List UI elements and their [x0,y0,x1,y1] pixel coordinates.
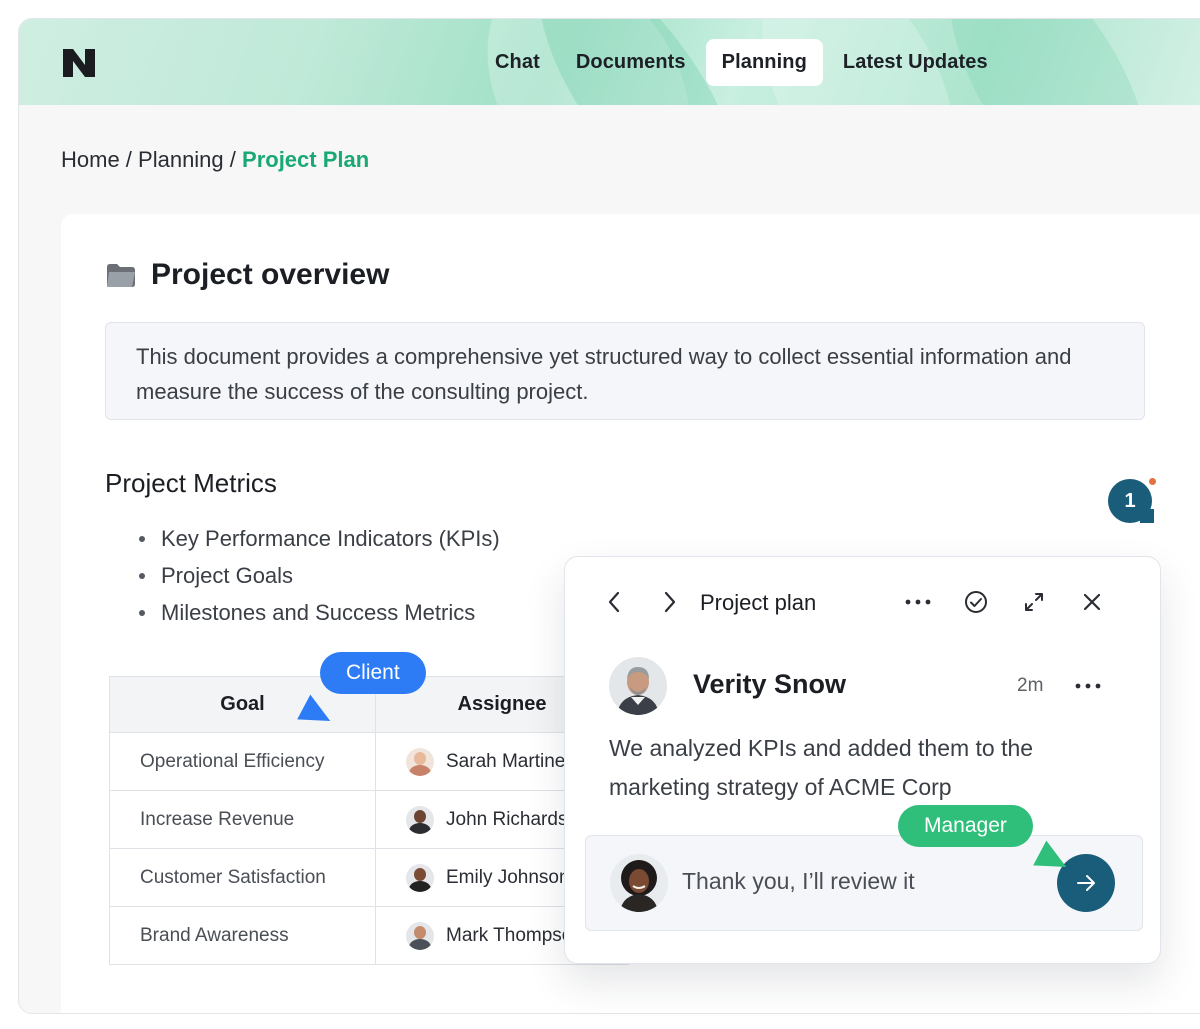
breadcrumb-separator: / [223,147,243,172]
breadcrumb-home[interactable]: Home [61,147,120,172]
table-row[interactable]: Increase Revenue John Richards [109,790,629,849]
goal-cell: Operational Efficiency [109,732,376,791]
goal-cell: Brand Awareness [109,906,376,965]
breadcrumb-planning[interactable]: Planning [138,147,224,172]
list-item: Key Performance Indicators (KPIs) [139,520,500,557]
list-item: Milestones and Success Metrics [139,594,500,631]
logo-icon[interactable] [61,47,97,79]
comment-count-badge[interactable]: 1 [1108,479,1154,523]
comment-timestamp: 2m [1017,675,1044,696]
avatar [406,921,434,950]
close-icon[interactable] [1079,589,1105,615]
top-navigation-bar: Chat Documents Planning Latest Updates [19,19,1200,105]
reply-placeholder: Thank you, I’ll review it [682,868,915,894]
breadcrumb-current: Project Plan [242,147,370,172]
metrics-list: Key Performance Indicators (KPIs) Projec… [139,520,500,631]
panel-header: Project plan [565,557,1160,647]
comment-more-icon[interactable] [1075,673,1101,699]
document-description: This document provides a comprehensive y… [105,322,1145,420]
nav-item-documents[interactable]: Documents [560,39,702,86]
table-row[interactable]: Customer Satisfaction Emily Johnson [109,848,629,907]
assignee-name: Sarah Martinez [446,750,575,772]
assignee-name: John Richards [446,808,568,830]
avatar [406,747,434,776]
comment-panel: Project plan Verity Snow 2m We analyzed … [564,556,1161,964]
folder-icon [107,264,135,287]
avatar [406,805,434,834]
goal-cell: Increase Revenue [109,790,376,849]
chevron-left-icon[interactable] [601,589,627,615]
table-row[interactable]: Brand Awareness Mark Thompson [109,906,629,965]
expand-icon[interactable] [1021,589,1047,615]
goal-cell: Customer Satisfaction [109,848,376,907]
assignee-name: Emily Johnson [446,866,570,888]
nav-item-chat[interactable]: Chat [479,39,556,86]
breadcrumb: Home / Planning / Project Plan [61,147,369,173]
comment-count: 1 [1124,490,1136,512]
page-title: Project overview [105,258,389,292]
send-arrow-icon [1077,875,1095,891]
author-avatar-wrap [609,657,667,715]
list-item: Project Goals [139,557,500,594]
assignee-name: Mark Thompson [446,924,583,946]
goals-table: Goal Assignee Operational Efficiency Sar… [109,676,629,965]
comment-message: We analyzed KPIs and added them to the m… [609,735,1034,800]
metrics-heading: Project Metrics [105,468,277,498]
avatar [406,863,434,892]
chevron-right-icon[interactable] [657,589,683,615]
page-title-text: Project overview [151,258,390,291]
panel-title: Project plan [700,590,817,615]
avatar[interactable] [609,657,667,715]
breadcrumb-separator: / [119,147,139,172]
more-icon[interactable] [905,589,931,615]
nav-item-planning[interactable]: Planning [705,39,823,86]
comment-author: Verity Snow [693,669,847,699]
client-cursor-tag: Client [320,652,426,694]
nav-item-latest-updates[interactable]: Latest Updates [827,39,1004,86]
manager-cursor-tag: Manager [898,805,1033,847]
avatar [610,854,668,912]
table-row[interactable]: Operational Efficiency Sarah Martinez [109,732,629,791]
check-circle-icon[interactable] [963,589,989,615]
notification-dot [1149,478,1156,485]
main-nav: Chat Documents Planning Latest Updates [479,39,1008,86]
